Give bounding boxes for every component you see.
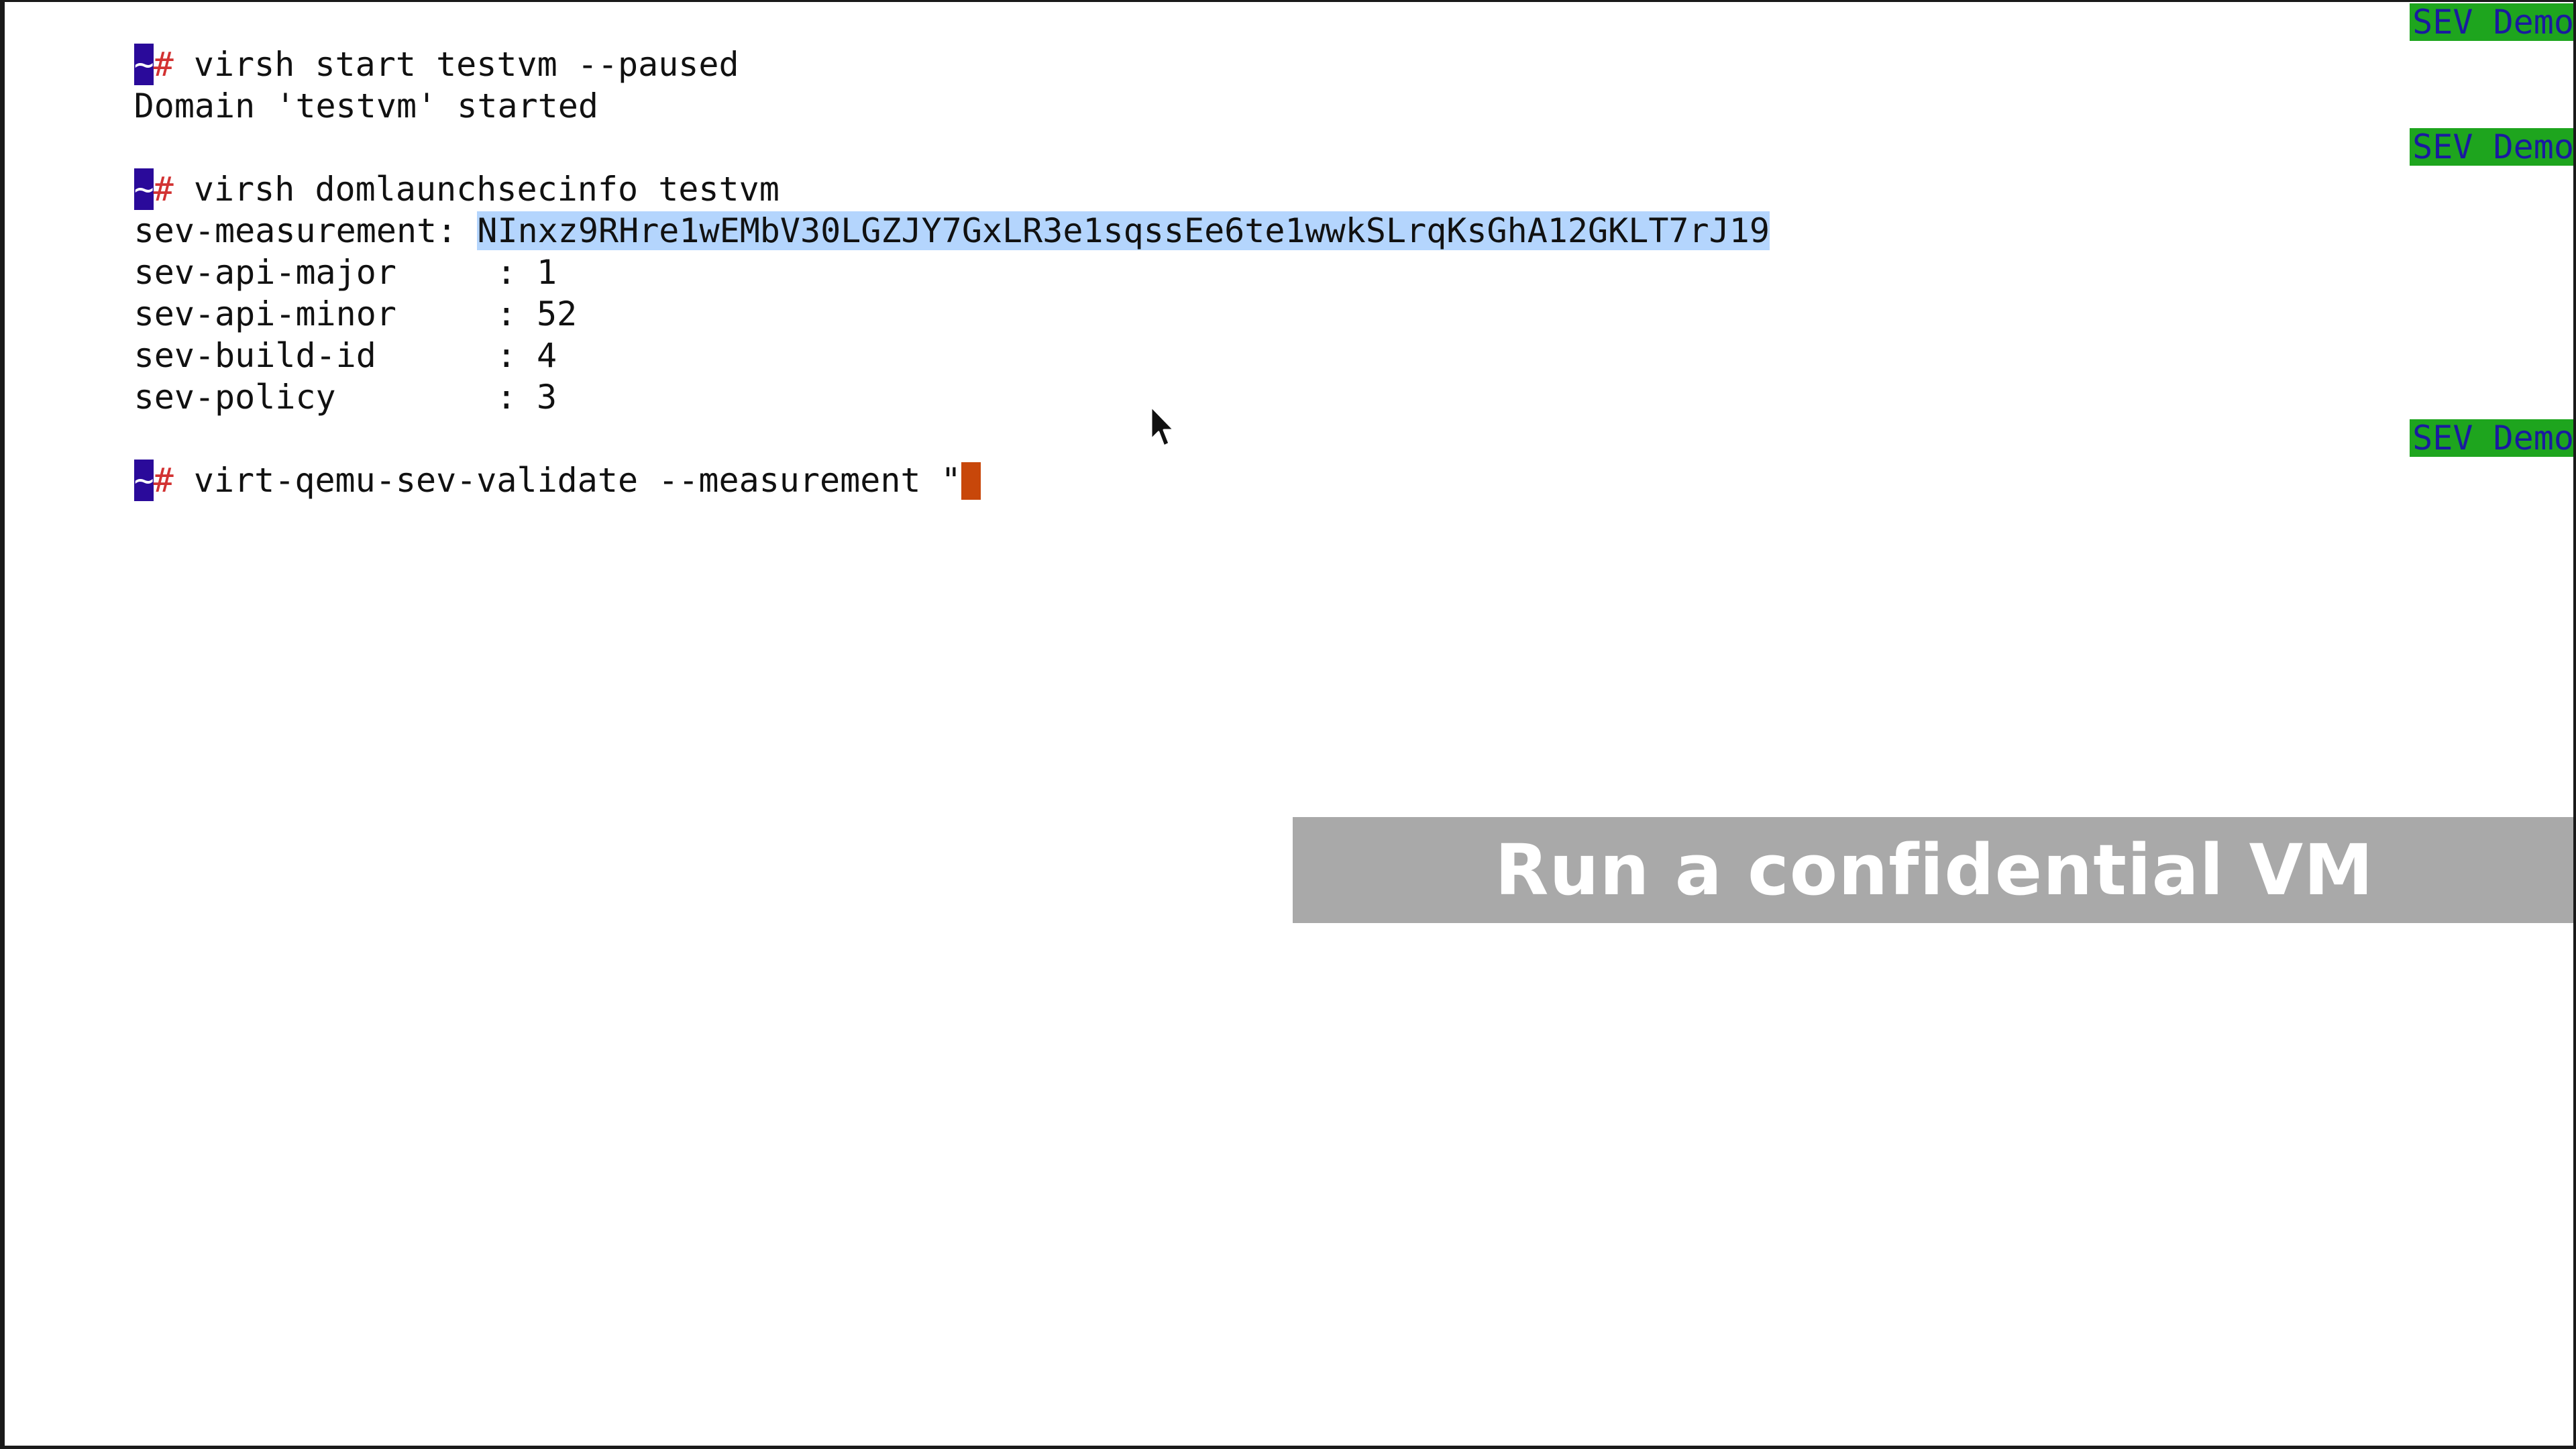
terminal-line-measurement: sev-measurement: NInxz9RHre1wEMbV30LGZJY… (13, 168, 2573, 250)
terminal-window[interactable]: ~# virsh start testvm --paused SEV Demo … (13, 2, 2573, 501)
command-input-text[interactable]: virt-qemu-sev-validate --measurement " (174, 461, 961, 500)
sev-demo-badge: SEV Demo (2410, 419, 2573, 457)
screen: ~# virsh start testvm --paused SEV Demo … (0, 0, 2576, 1449)
terminal-line-command-launchsecinfo: ~# virsh domlaunchsecinfo testvm SEV Dem… (13, 127, 2573, 210)
terminal-line-field: sev-build-id : 4 (13, 293, 2573, 375)
sev-demo-badge: SEV Demo (2410, 128, 2573, 166)
terminal-line-output: Domain 'testvm' started (13, 44, 2573, 125)
caption-banner: Run a confidential VM (1293, 817, 2573, 923)
terminal-line-field: sev-policy : 3 (13, 335, 2573, 417)
text-cursor (961, 462, 981, 500)
prompt-tilde: ~ (133, 460, 154, 501)
terminal-line-field: sev-api-minor : 52 (13, 252, 2573, 333)
prompt-hash: # (153, 461, 174, 500)
sev-demo-badge: SEV Demo (2410, 3, 2573, 41)
terminal-line-command-start: ~# virsh start testvm --paused SEV Demo (13, 2, 2573, 85)
terminal-line-command-validate[interactable]: ~# virt-qemu-sev-validate --measurement … (13, 418, 2573, 501)
caption-text: Run a confidential VM (1495, 829, 2374, 911)
terminal-line-field: sev-api-major : 1 (13, 210, 2573, 292)
mouse-pointer-icon (1150, 405, 1175, 447)
